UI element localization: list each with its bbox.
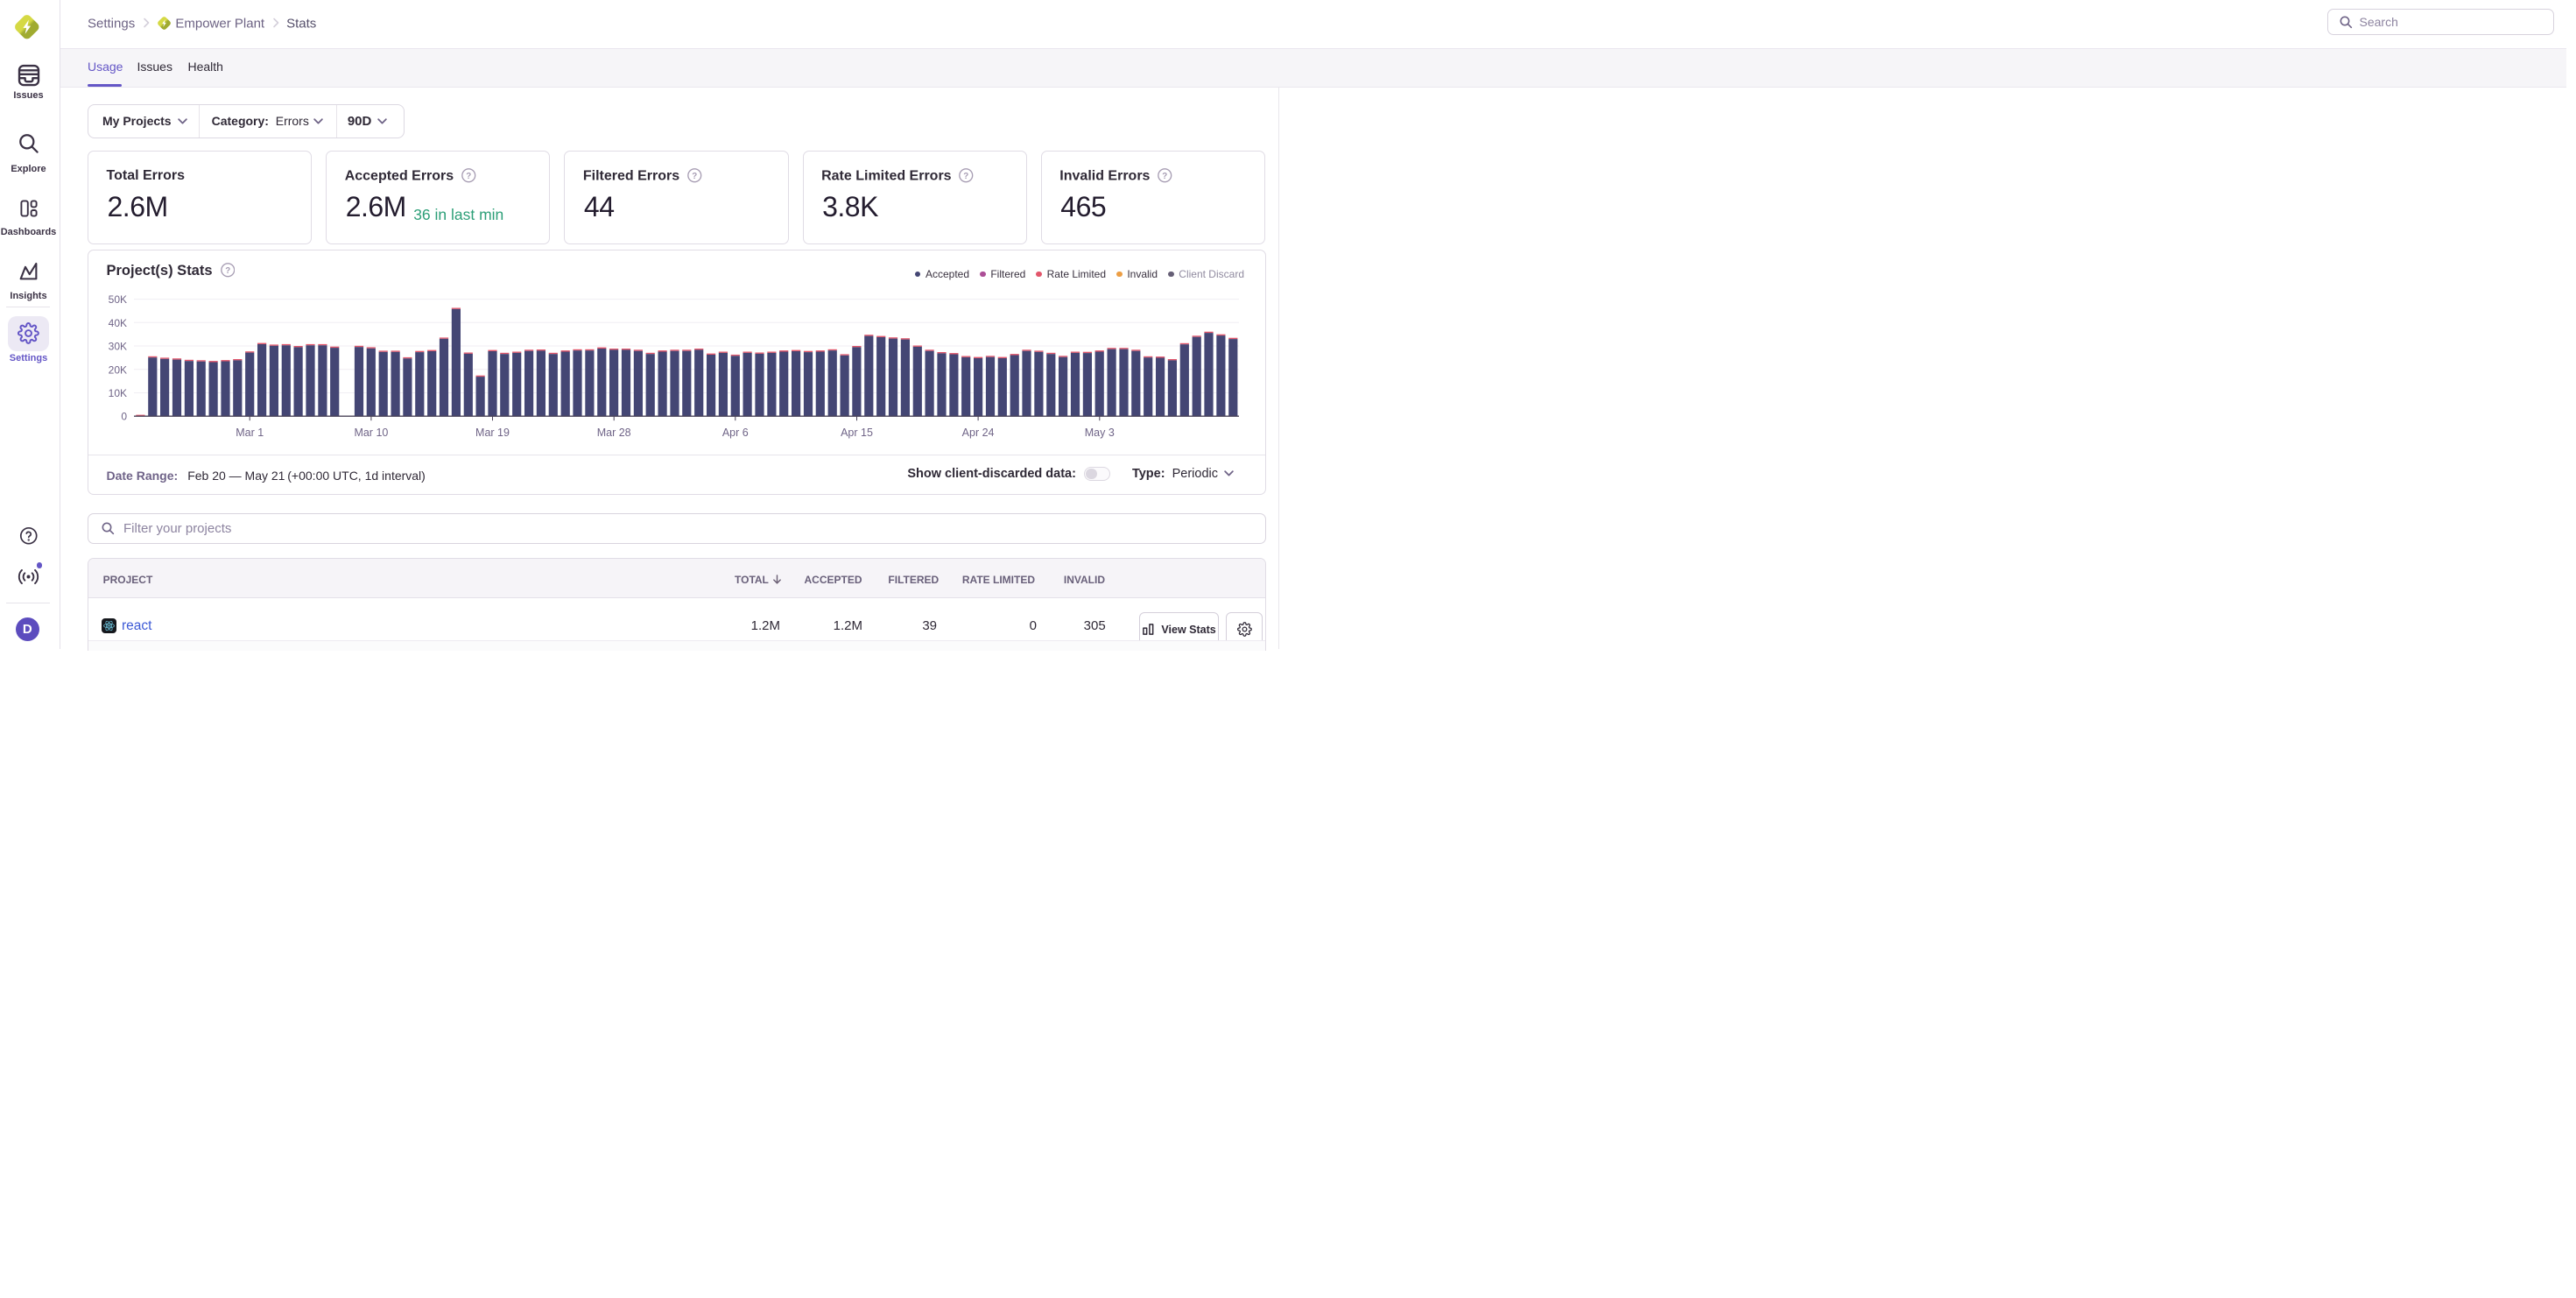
svg-text:Apr 24: Apr 24 (962, 427, 995, 439)
svg-text:10K: 10K (109, 387, 127, 399)
svg-text:40K: 40K (109, 316, 127, 328)
svg-text:?: ? (964, 172, 969, 181)
svg-text:20K: 20K (109, 363, 127, 376)
svg-text:Apr 6: Apr 6 (722, 427, 749, 439)
svg-text:50K: 50K (109, 293, 127, 306)
svg-text:?: ? (466, 172, 471, 181)
svg-text:Mar 19: Mar 19 (475, 427, 510, 439)
svg-text:30K: 30K (109, 340, 127, 352)
svg-text:Apr 15: Apr 15 (841, 427, 873, 439)
svg-text:Mar 10: Mar 10 (354, 427, 388, 439)
svg-text:0: 0 (121, 410, 127, 422)
svg-text:?: ? (1163, 172, 1168, 181)
svg-text:?: ? (692, 172, 697, 181)
svg-text:Mar 28: Mar 28 (597, 427, 631, 439)
svg-text:May 3: May 3 (1085, 427, 1115, 439)
svg-text:Mar 1: Mar 1 (236, 427, 264, 439)
